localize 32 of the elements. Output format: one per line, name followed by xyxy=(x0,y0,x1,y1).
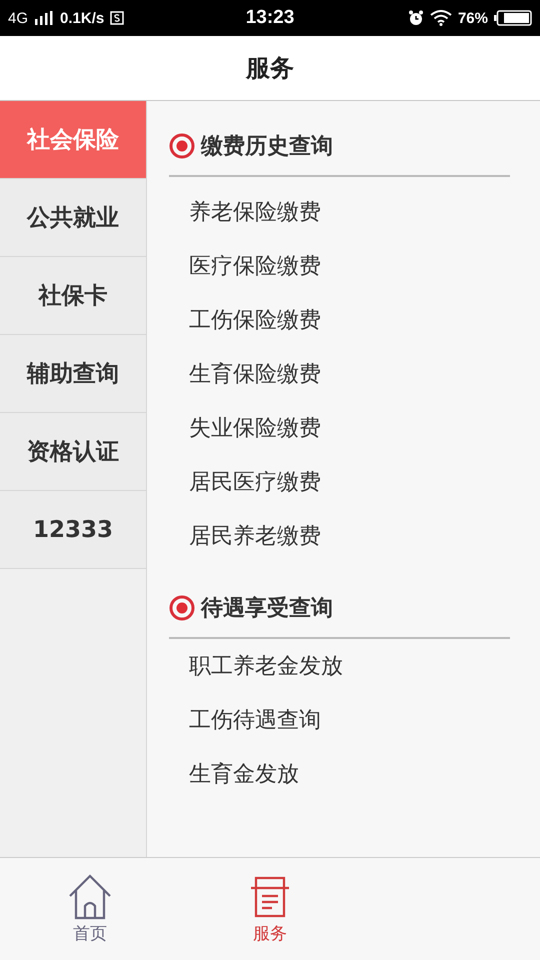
menu-item[interactable]: 工伤保险缴费 xyxy=(169,293,510,347)
menu-item[interactable]: 医疗保险缴费 xyxy=(169,239,510,293)
battery-icon xyxy=(494,10,532,26)
sidebar-item[interactable]: 12333 xyxy=(0,491,146,569)
sim-icon xyxy=(110,11,124,25)
menu-item[interactable]: 生育保险缴费 xyxy=(169,347,510,401)
menu-item[interactable]: 失业保险缴费 xyxy=(169,401,510,455)
network-speed: 0.1K/s xyxy=(60,10,104,26)
menu-item[interactable]: 居民养老缴费 xyxy=(169,509,510,563)
wifi-icon xyxy=(430,10,452,26)
network-type: 4G xyxy=(8,10,28,26)
sidebar-item[interactable]: 社保卡 xyxy=(0,257,146,335)
menu-item[interactable]: 居民医疗缴费 xyxy=(169,455,510,509)
target-icon xyxy=(169,133,195,159)
house-icon xyxy=(68,874,112,920)
tab-item[interactable]: 服务 xyxy=(180,858,360,960)
battery-percent: 76% xyxy=(458,10,488,26)
sidebar-item[interactable]: 资格认证 xyxy=(0,413,146,491)
alarm-icon xyxy=(408,10,424,26)
tab-item[interactable]: 首页 xyxy=(0,858,180,960)
sidebar-item[interactable]: 公共就业 xyxy=(0,179,146,257)
sidebar-item[interactable]: 辅助查询 xyxy=(0,335,146,413)
clock-time: 13:23 xyxy=(246,7,294,29)
menu-item[interactable]: 工伤待遇查询 xyxy=(169,693,510,747)
menu-item[interactable]: 养老保险缴费 xyxy=(169,185,510,239)
section-title: 待遇享受查询 xyxy=(201,595,333,623)
target-icon xyxy=(169,595,195,621)
menu-item[interactable]: 生育金发放 xyxy=(169,747,510,801)
signal-icon xyxy=(34,11,54,25)
menu-item[interactable]: 职工养老金发放 xyxy=(169,639,510,693)
section-title: 缴费历史查询 xyxy=(201,133,333,161)
page-title: 服务 xyxy=(246,53,294,84)
